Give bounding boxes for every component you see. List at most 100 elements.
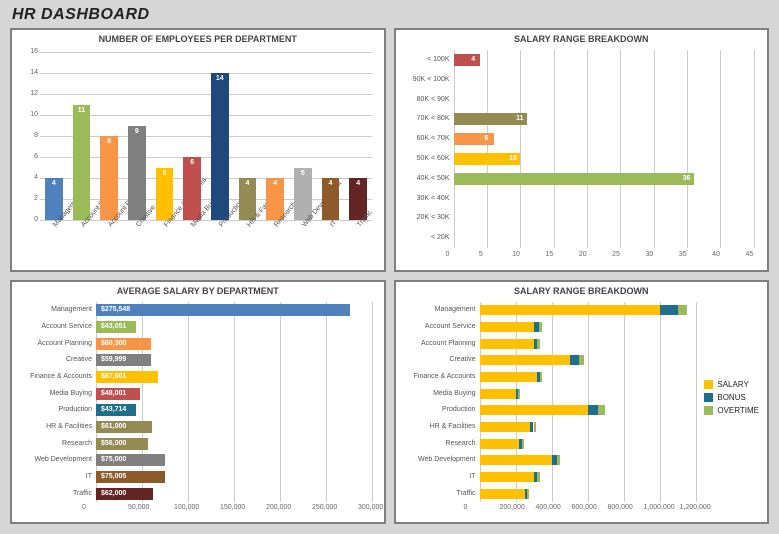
chart4-bar-segment bbox=[480, 305, 660, 315]
page-title: HR DASHBOARD bbox=[12, 6, 769, 24]
chart2-title: SALARY RANGE BREAKDOWN bbox=[396, 30, 768, 46]
chart1-bar-value: 6 bbox=[183, 159, 201, 166]
chart2-xtick: 25 bbox=[612, 251, 620, 258]
chart2-category-label: 60K < 70K bbox=[402, 135, 450, 142]
chart3-xtick: 50,000 bbox=[128, 504, 149, 511]
chart3-xtick: 0 bbox=[82, 504, 86, 511]
chart1-bar-value: 4 bbox=[349, 180, 367, 187]
chart3-category-label: Media Buying bbox=[18, 390, 92, 397]
chart1-bar bbox=[211, 73, 229, 220]
chart2-bar-value: 10 bbox=[506, 155, 520, 162]
chart1-ytick: 10 bbox=[20, 111, 38, 118]
chart3-xtick: 100,000 bbox=[174, 504, 199, 511]
chart4-bar-segment bbox=[480, 389, 516, 399]
chart4-xtick: 1,200,000 bbox=[680, 504, 711, 511]
chart3-xtick: 150,000 bbox=[220, 504, 245, 511]
chart3-value-label: $67,001 bbox=[98, 372, 129, 381]
chart1-bar-value: 8 bbox=[100, 138, 118, 145]
chart4-bar-segment bbox=[480, 472, 534, 482]
panel-salary-range-histogram: SALARY RANGE BREAKDOWN 05101520253035404… bbox=[394, 28, 770, 272]
chart2-xtick: 10 bbox=[512, 251, 520, 258]
chart1-bar-value: 5 bbox=[156, 170, 174, 177]
chart3-value-label: $48,001 bbox=[98, 389, 129, 398]
chart3-value-label: $43,051 bbox=[98, 322, 129, 331]
chart3-category-label: Finance & Accounts bbox=[18, 373, 92, 380]
chart3-value-label: $59,999 bbox=[98, 355, 129, 364]
chart2-bar-value: 4 bbox=[466, 56, 480, 63]
chart4-xtick: 0 bbox=[464, 504, 468, 511]
chart3-value-label: $75,000 bbox=[98, 455, 129, 464]
chart4-category-label: HR & Facilities bbox=[402, 423, 476, 430]
chart1-bar-value: 4 bbox=[266, 180, 284, 187]
chart3-value-label: $75,005 bbox=[98, 472, 129, 481]
chart1-plot-area: 02468101214164Management11Account Servic… bbox=[18, 48, 378, 266]
chart4-category-label: Production bbox=[402, 406, 476, 413]
chart4-xtick: 1,000,000 bbox=[644, 504, 675, 511]
chart4-bar-segment bbox=[518, 389, 520, 399]
chart4-category-label: Research bbox=[402, 440, 476, 447]
chart1-bar-value: 5 bbox=[294, 170, 312, 177]
legend-label: BONUS bbox=[717, 393, 745, 402]
chart3-category-label: Production bbox=[18, 406, 92, 413]
chart4-bar-segment bbox=[480, 322, 534, 332]
panel-salary-components-by-dept: SALARY RANGE BREAKDOWN 0200,000400,00060… bbox=[394, 280, 770, 524]
chart2-xtick: 30 bbox=[646, 251, 654, 258]
chart1-title: NUMBER OF EMPLOYEES PER DEPARTMENT bbox=[12, 30, 384, 46]
chart2-xtick: 20 bbox=[579, 251, 587, 258]
chart3-value-label: $56,000 bbox=[98, 439, 129, 448]
chart1-bar-value: 14 bbox=[211, 75, 229, 82]
chart4-bar-segment bbox=[539, 322, 543, 332]
chart1-bar-value: 4 bbox=[322, 180, 340, 187]
chart2-category-label: < 100K bbox=[402, 56, 450, 63]
chart2-category-label: 50K < 60K bbox=[402, 155, 450, 162]
legend-swatch bbox=[704, 406, 713, 415]
dashboard-grid: NUMBER OF EMPLOYEES PER DEPARTMENT 0 2 4 6 8… bbox=[10, 28, 769, 524]
chart4-bar-segment bbox=[480, 439, 520, 449]
chart2-plot-area: 051015202530354045< 100K490K < 100K80K <… bbox=[402, 48, 762, 266]
legend-swatch bbox=[704, 393, 713, 402]
chart3-value-label: $43,714 bbox=[98, 405, 129, 414]
legend-swatch bbox=[704, 380, 713, 389]
chart1-ytick: 8 bbox=[20, 132, 38, 139]
chart3-category-label: Web Development bbox=[18, 456, 92, 463]
chart2-bar-value: 6 bbox=[480, 135, 494, 142]
chart3-bar bbox=[96, 304, 350, 316]
chart4-category-label: Traffic bbox=[402, 490, 476, 497]
chart4-xtick: 600,000 bbox=[572, 504, 597, 511]
chart4-xtick: 200,000 bbox=[500, 504, 525, 511]
chart4-bar-segment bbox=[522, 439, 524, 449]
chart3-xtick: 200,000 bbox=[266, 504, 291, 511]
chart3-category-label: IT bbox=[18, 473, 92, 480]
chart4-bar-segment bbox=[480, 405, 588, 415]
legend-label: OVERTIME bbox=[717, 406, 759, 415]
chart2-xtick: 5 bbox=[479, 251, 483, 258]
legend-label: SALARY bbox=[717, 380, 748, 389]
chart1-ytick: 12 bbox=[20, 90, 38, 97]
chart4-bar-segment bbox=[534, 422, 537, 432]
chart3-value-label: $62,000 bbox=[98, 489, 129, 498]
chart4-bar-segment bbox=[579, 355, 584, 365]
chart3-xtick: 250,000 bbox=[312, 504, 337, 511]
chart4-bar-segment bbox=[480, 355, 570, 365]
chart4-bar-segment bbox=[527, 489, 529, 499]
chart1-bar-value: 11 bbox=[73, 107, 91, 114]
chart4-bar-segment bbox=[557, 455, 561, 465]
chart4-title: SALARY RANGE BREAKDOWN bbox=[396, 282, 768, 298]
chart3-category-label: Account Planning bbox=[18, 340, 92, 347]
chart1-bar-value: 4 bbox=[239, 180, 257, 187]
chart2-xtick: 35 bbox=[679, 251, 687, 258]
panel-avg-salary-by-dept: AVERAGE SALARY BY DEPARTMENT 0 50,000 100,… bbox=[10, 280, 386, 524]
chart1-ytick: 4 bbox=[20, 174, 38, 181]
chart4-category-label: Media Buying bbox=[402, 390, 476, 397]
chart3-category-label: HR & Facilities bbox=[18, 423, 92, 430]
chart1-bar-value: 9 bbox=[128, 128, 146, 135]
chart4-bar-segment bbox=[537, 472, 540, 482]
chart3-category-label: Management bbox=[18, 306, 92, 313]
chart1-bar bbox=[183, 157, 201, 220]
chart4-legend: SALARY BONUS OVERTIME bbox=[704, 380, 759, 419]
chart3-title: AVERAGE SALARY BY DEPARTMENT bbox=[12, 282, 384, 298]
chart1-ytick: 16 bbox=[20, 48, 38, 55]
chart1-ytick: 2 bbox=[20, 195, 38, 202]
chart1-ytick: 14 bbox=[20, 69, 38, 76]
chart4-category-label: Finance & Accounts bbox=[402, 373, 476, 380]
